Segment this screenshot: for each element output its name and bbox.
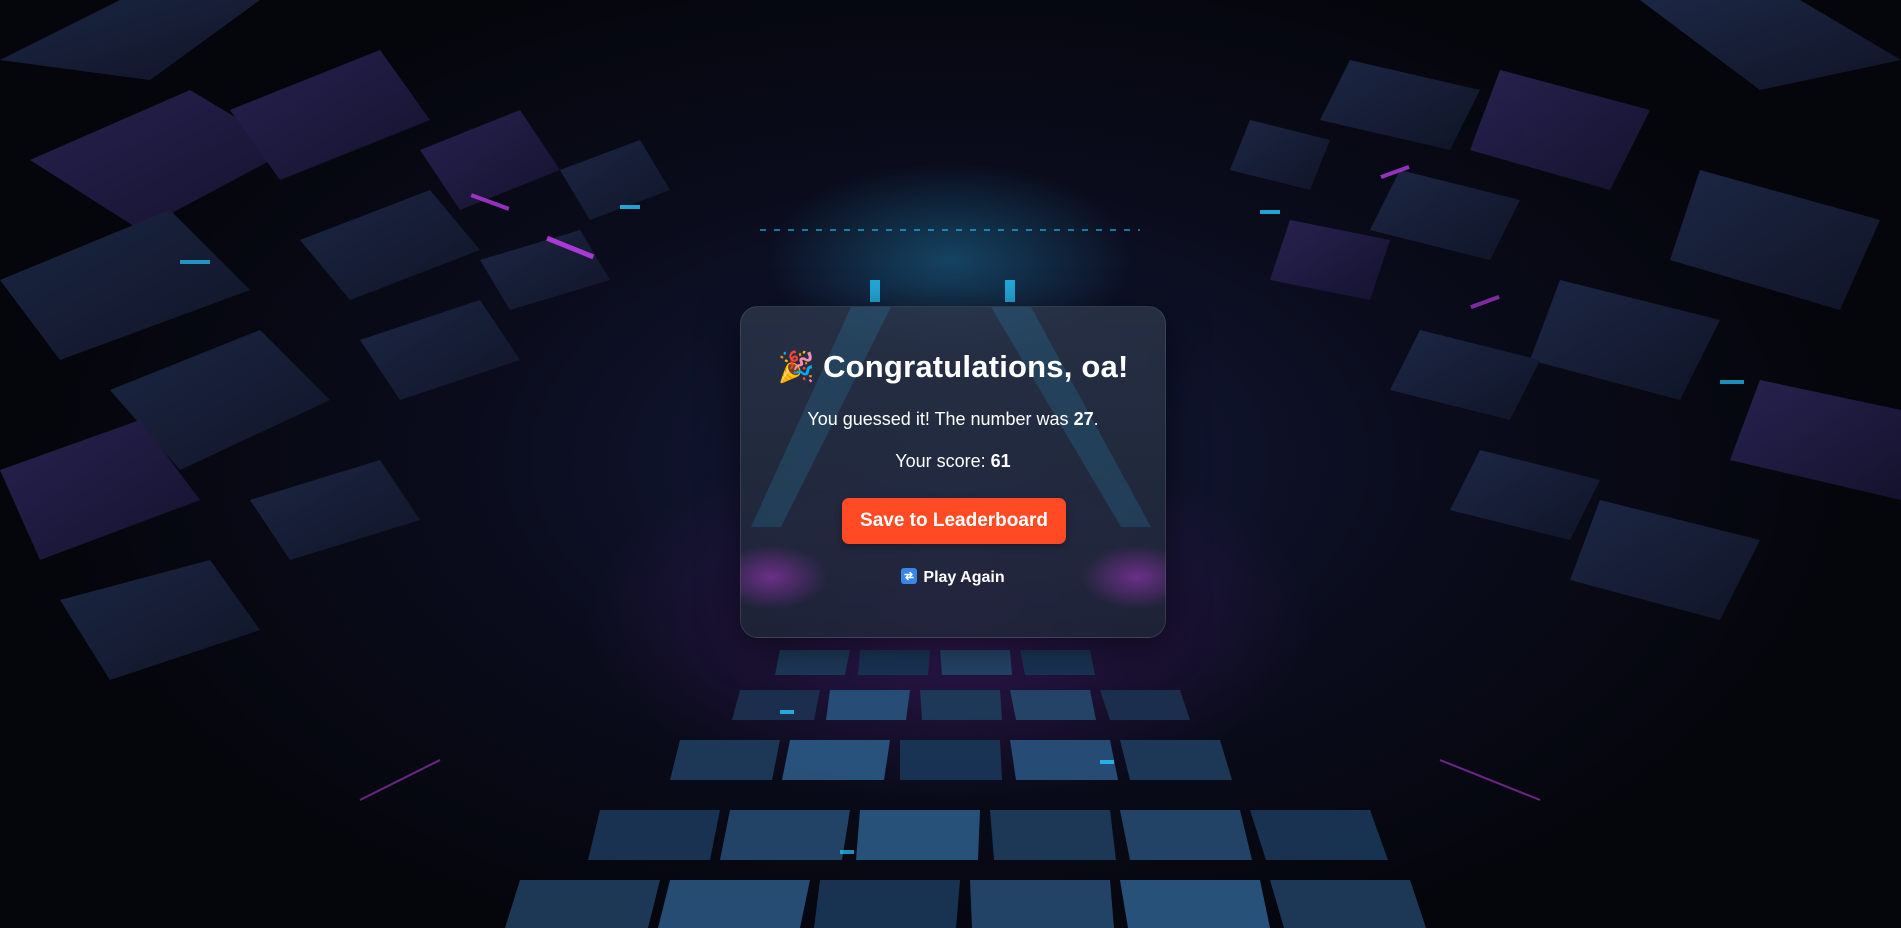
guess-result-suffix: . [1093, 409, 1099, 429]
dialog-title: 🎉 Congratulations, oa! [741, 347, 1165, 388]
guess-result-text: You guessed it! The number was 27. [741, 407, 1165, 431]
score-text: Your score: 61 [741, 449, 1165, 473]
score-value: 61 [990, 451, 1011, 471]
congratulations-dialog: 🎉 Congratulations, oa! You guessed it! Th… [740, 306, 1166, 638]
dialog-title-text: Congratulations, oa! [823, 349, 1129, 384]
save-to-leaderboard-button[interactable]: Save to Leaderboard [842, 498, 1066, 544]
repeat-icon [901, 568, 918, 584]
score-label: Your score: [895, 451, 991, 471]
play-again-label: Play Again [923, 569, 1005, 586]
guess-result-prefix: You guessed it! The number was [807, 409, 1074, 429]
secret-number: 27 [1073, 409, 1094, 429]
play-again-button[interactable]: Play Again [741, 567, 1165, 589]
party-popper-icon: 🎉 [777, 351, 816, 384]
